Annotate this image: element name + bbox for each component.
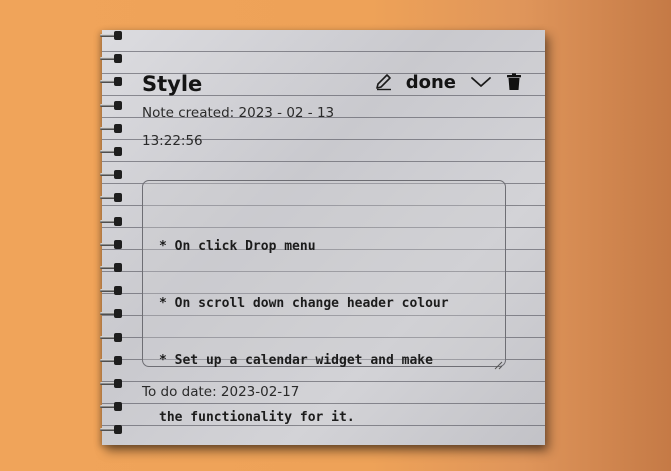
- spiral-ring: [98, 332, 124, 344]
- spiral-ring: [98, 123, 124, 135]
- spiral-ring: [98, 262, 124, 274]
- spiral-ring: [98, 378, 124, 390]
- spiral-ring: [98, 216, 124, 228]
- spiral-binding: [98, 30, 128, 445]
- resize-handle-icon[interactable]: [494, 355, 503, 370]
- trash-icon[interactable]: [506, 73, 522, 91]
- note-line: * Set up a calendar widget and make: [159, 353, 433, 368]
- status-label[interactable]: done: [406, 72, 456, 93]
- note-created-time: 13:22:56: [142, 133, 203, 149]
- note-card: Style done Note created: 2023 - 02 - 13 …: [100, 30, 545, 445]
- todo-date: To do date: 2023-02-17: [142, 384, 300, 400]
- spiral-ring: [98, 308, 124, 320]
- note-title: Style: [142, 72, 203, 96]
- note-content-textarea[interactable]: * On click Drop menu * On scroll down ch…: [142, 180, 506, 425]
- spiral-ring: [98, 30, 124, 42]
- note-line: * On scroll down change header colour: [159, 296, 449, 311]
- spiral-ring: [98, 192, 124, 204]
- spiral-ring: [98, 355, 124, 367]
- spiral-ring: [98, 146, 124, 158]
- spiral-ring: [98, 424, 124, 436]
- note-header: Style done: [142, 70, 522, 100]
- spiral-ring: [98, 239, 124, 251]
- note-line: the functionality for it.: [159, 410, 355, 425]
- spiral-ring: [98, 169, 124, 181]
- note-line: * On click Drop menu: [159, 239, 316, 254]
- pencil-icon[interactable]: [374, 72, 394, 92]
- spiral-ring: [98, 401, 124, 413]
- note-created-label: Note created: 2023 - 02 - 13: [142, 105, 335, 121]
- spiral-ring: [98, 100, 124, 112]
- chevron-down-icon[interactable]: [470, 75, 492, 89]
- spiral-ring: [98, 285, 124, 297]
- spiral-ring: [98, 53, 124, 65]
- note-toolbar: done: [374, 70, 522, 94]
- note-content-text: * On click Drop menu * On scroll down ch…: [159, 199, 449, 465]
- spiral-ring: [98, 76, 124, 88]
